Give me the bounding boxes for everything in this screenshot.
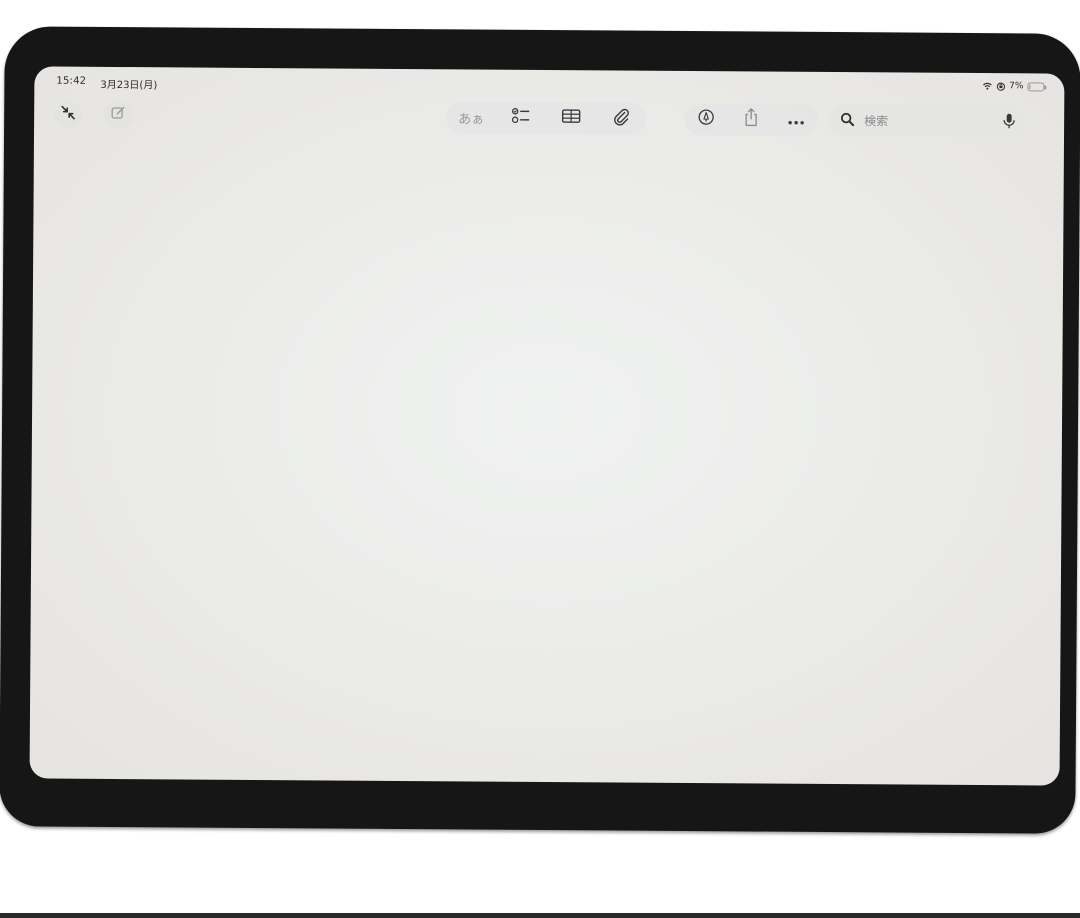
orientation-lock-icon [996, 82, 1005, 91]
checklist-button[interactable] [507, 104, 535, 132]
checklist-icon [511, 107, 531, 129]
status-time: 15:42 [56, 75, 87, 87]
markup-button[interactable] [692, 105, 720, 133]
status-date: 3月23日(月) [100, 79, 158, 92]
share-button[interactable] [737, 105, 765, 133]
table-edge [0, 913, 1080, 918]
collapse-arrows-icon [60, 105, 76, 125]
battery-percent: 7% [1009, 81, 1024, 92]
photo-background: 15:42 3月23日(月) 7% あぁ 検索 [0, 0, 1080, 918]
battery-level [1029, 83, 1031, 89]
markup-pen-icon [697, 108, 715, 130]
battery-icon [1027, 81, 1045, 91]
compose-icon [110, 105, 126, 125]
wifi-icon [982, 82, 992, 90]
action-toolbar [684, 102, 819, 136]
microphone-icon[interactable] [1002, 112, 1016, 134]
search-field[interactable]: 検索 [828, 103, 1029, 138]
search-icon [840, 112, 855, 131]
paperclip-icon [612, 107, 630, 129]
format-toolbar: あぁ [446, 101, 647, 135]
more-icon [786, 110, 806, 129]
table-icon [561, 108, 581, 128]
share-icon [742, 107, 760, 131]
tablet-screen: 15:42 3月23日(月) 7% あぁ 検索 [29, 66, 1065, 786]
collapse-button[interactable] [54, 100, 83, 129]
more-button[interactable] [782, 106, 810, 134]
compose-button[interactable] [104, 100, 133, 130]
format-text-button[interactable]: あぁ [457, 103, 485, 131]
format-text-icon: あぁ [458, 111, 485, 128]
table-button[interactable] [557, 104, 585, 132]
attachment-button[interactable] [607, 104, 635, 132]
search-placeholder: 検索 [864, 114, 889, 129]
status-indicators: 7% [982, 81, 1045, 92]
